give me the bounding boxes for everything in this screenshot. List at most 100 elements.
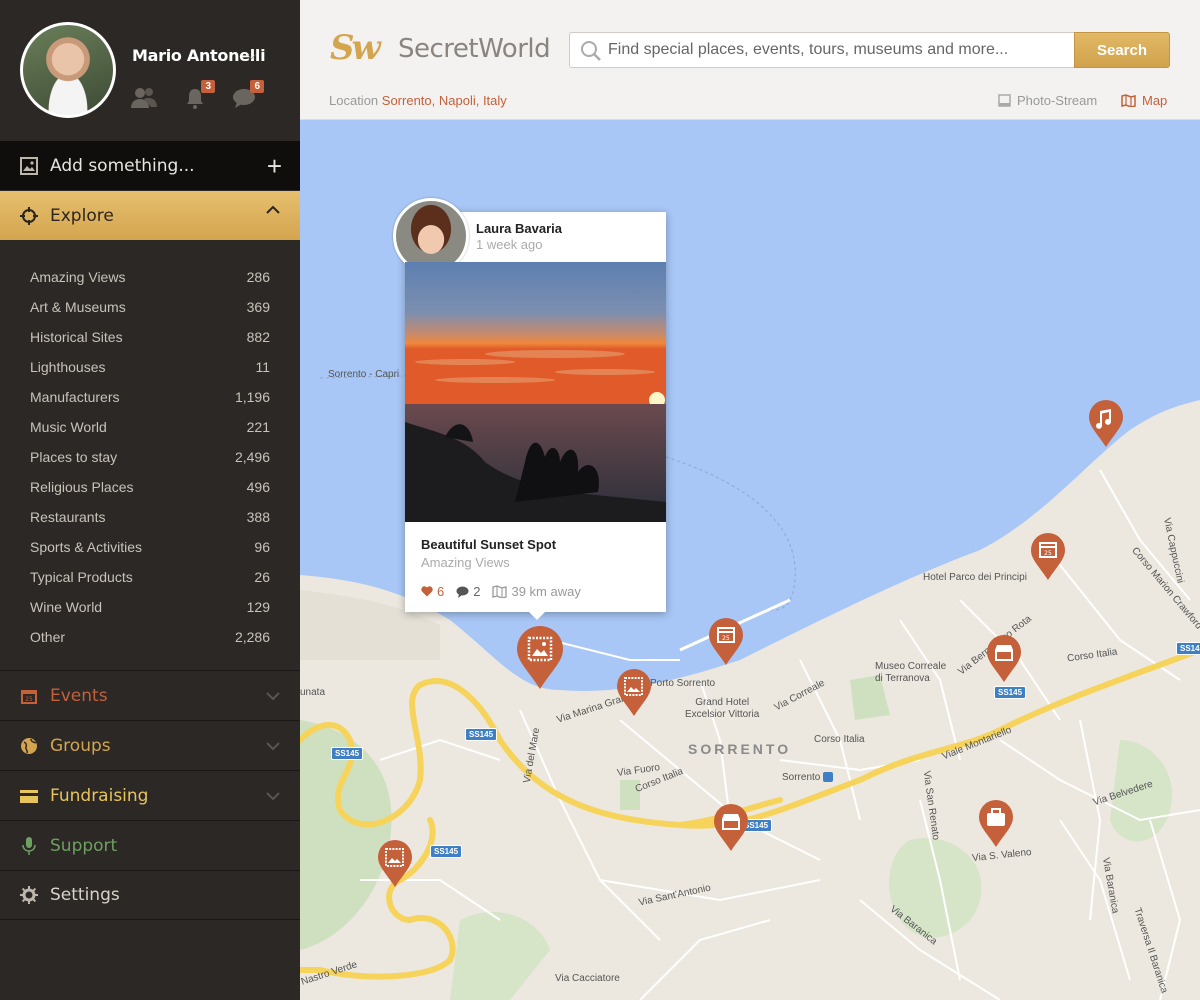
distance: 39 km away [511, 584, 581, 599]
search-button[interactable]: Search [1074, 32, 1170, 68]
author-name[interactable]: Laura Bavaria [476, 221, 562, 236]
place-photo[interactable] [405, 262, 666, 522]
category-label: Places to stay [30, 449, 118, 465]
place-category[interactable]: Amazing Views [421, 555, 510, 570]
image-icon [20, 156, 38, 175]
category-count: 129 [246, 599, 270, 615]
road-badge-ss145: SS145 [465, 728, 498, 741]
photo-stream-toggle[interactable]: Photo-Stream [998, 93, 1097, 108]
svg-text:25: 25 [722, 635, 730, 642]
chevron-down-icon[interactable] [266, 791, 280, 801]
nav-fundraising[interactable]: Fundraising [0, 770, 300, 820]
shop-pin-icon[interactable] [713, 804, 749, 852]
shop-pin-icon[interactable] [986, 635, 1022, 683]
nav-groups[interactable]: Groups [0, 720, 300, 770]
road-badge-ss145: SS145 [994, 686, 1027, 699]
nav-settings[interactable]: Settings [0, 870, 300, 920]
category-item[interactable]: Wine World 129 [0, 592, 300, 622]
add-something-button[interactable]: Add something... + [0, 141, 300, 190]
chevron-down-icon[interactable] [266, 741, 280, 751]
category-item[interactable]: Other 2,286 [0, 622, 300, 652]
map-label-grand-hotel[interactable]: Grand Hotel Excelsior Vittoria [685, 697, 759, 721]
map-toggle[interactable]: Map [1121, 93, 1167, 108]
search-input[interactable] [608, 41, 1058, 59]
location-label: Location [329, 93, 379, 108]
category-label: Historical Sites [30, 329, 123, 345]
heart-icon[interactable] [421, 586, 433, 597]
music-pin-icon[interactable] [1088, 400, 1124, 448]
category-count: 1,196 [234, 389, 270, 405]
category-item[interactable]: Lighthouses 11 [0, 352, 300, 382]
photo-pin-selected-icon[interactable] [516, 626, 564, 690]
category-count: 221 [246, 419, 270, 435]
category-item[interactable]: Amazing Views 286 [0, 262, 300, 292]
post-time: 1 week ago [476, 237, 543, 252]
sidebar: Mario Antonelli ⌵ 3 6 Add something... +… [0, 0, 300, 1000]
category-item[interactable]: Manufacturers 1,196 [0, 382, 300, 412]
explore-label: Explore [50, 205, 114, 226]
category-count: 496 [246, 479, 270, 495]
map-icon [492, 585, 508, 598]
category-label: Religious Places [30, 479, 134, 495]
plus-icon[interactable]: + [267, 151, 282, 182]
category-label: Lighthouses [30, 359, 106, 375]
category-item[interactable]: Religious Places 496 [0, 472, 300, 502]
friends-icon[interactable] [130, 86, 158, 110]
svg-text:25: 25 [25, 696, 33, 703]
map-label-street: Via Cacciatore [555, 973, 620, 984]
location-line: Location Sorrento, Napoli, Italy [329, 93, 507, 108]
user-name[interactable]: Mario Antonelli [132, 46, 266, 65]
photo-stream-icon [998, 94, 1011, 107]
nav-support[interactable]: Support [0, 820, 300, 870]
category-item[interactable]: Restaurants 388 [0, 502, 300, 532]
fundraising-label: Fundraising [50, 785, 149, 806]
location-value[interactable]: Sorrento, Napoli, Italy [382, 93, 507, 108]
bell-icon[interactable]: 3 [183, 80, 215, 110]
chevron-down-icon[interactable]: ⌵ [247, 48, 256, 63]
category-count: 11 [255, 359, 270, 375]
category-item[interactable]: Music World 221 [0, 412, 300, 442]
train-station-icon [823, 772, 834, 783]
chevron-up-icon[interactable] [266, 205, 280, 215]
map-label-museum[interactable]: Museo Correale di Terranova [875, 661, 946, 685]
photo-pin-icon[interactable] [616, 669, 652, 717]
chevron-down-icon[interactable] [266, 691, 280, 701]
category-label: Other [30, 629, 66, 645]
place-popup-card[interactable]: Laura Bavaria 1 week ago Beautiful Sunse… [393, 198, 666, 620]
category-item[interactable]: Art & Museums 369 [0, 292, 300, 322]
category-label: Music World [30, 419, 107, 435]
category-item[interactable]: Typical Products 26 [0, 562, 300, 592]
map-label-station[interactable]: Sorrento [782, 772, 834, 783]
category-item[interactable]: Places to stay 2,496 [0, 442, 300, 472]
place-title[interactable]: Beautiful Sunset Spot [421, 537, 556, 552]
globe-icon [21, 737, 37, 754]
map-label-hotel[interactable]: Hotel Parco dei Principi [923, 572, 1027, 583]
top-header: Sw SecretWorld Search Location Sorrento,… [300, 0, 1200, 120]
event-pin-icon[interactable]: 25 [1030, 533, 1066, 581]
map-label-ferry: Sorrento - Capri [328, 369, 400, 380]
nav-events[interactable]: 25 Events [0, 670, 300, 720]
category-item[interactable]: Sports & Activities 96 [0, 532, 300, 562]
category-count: 26 [254, 569, 270, 585]
logo-mark[interactable]: Sw [330, 28, 381, 68]
category-count: 369 [246, 299, 270, 315]
nav-explore[interactable]: Explore [0, 191, 300, 240]
photo-stream-label: Photo-Stream [1017, 93, 1098, 108]
likes-count: 6 [437, 584, 445, 599]
search-box[interactable] [569, 32, 1075, 68]
luggage-pin-icon[interactable] [978, 800, 1014, 848]
add-something-label: Add something... [50, 155, 195, 176]
comments-count: 2 [473, 584, 481, 599]
credit-card-icon [20, 789, 38, 803]
category-label: Manufacturers [30, 389, 120, 405]
category-item[interactable]: Historical Sites 882 [0, 322, 300, 352]
station-label: Sorrento [782, 772, 821, 783]
map-label-port[interactable]: Porto Sorrento [650, 678, 715, 689]
event-pin-icon[interactable]: 25 [708, 618, 744, 666]
photo-pin-icon[interactable] [377, 840, 413, 888]
category-label: Typical Products [30, 569, 133, 585]
chat-icon[interactable]: 6 [232, 80, 264, 110]
user-avatar[interactable] [20, 22, 116, 118]
logo-text[interactable]: SecretWorld [398, 34, 551, 64]
comment-icon[interactable] [456, 586, 469, 598]
